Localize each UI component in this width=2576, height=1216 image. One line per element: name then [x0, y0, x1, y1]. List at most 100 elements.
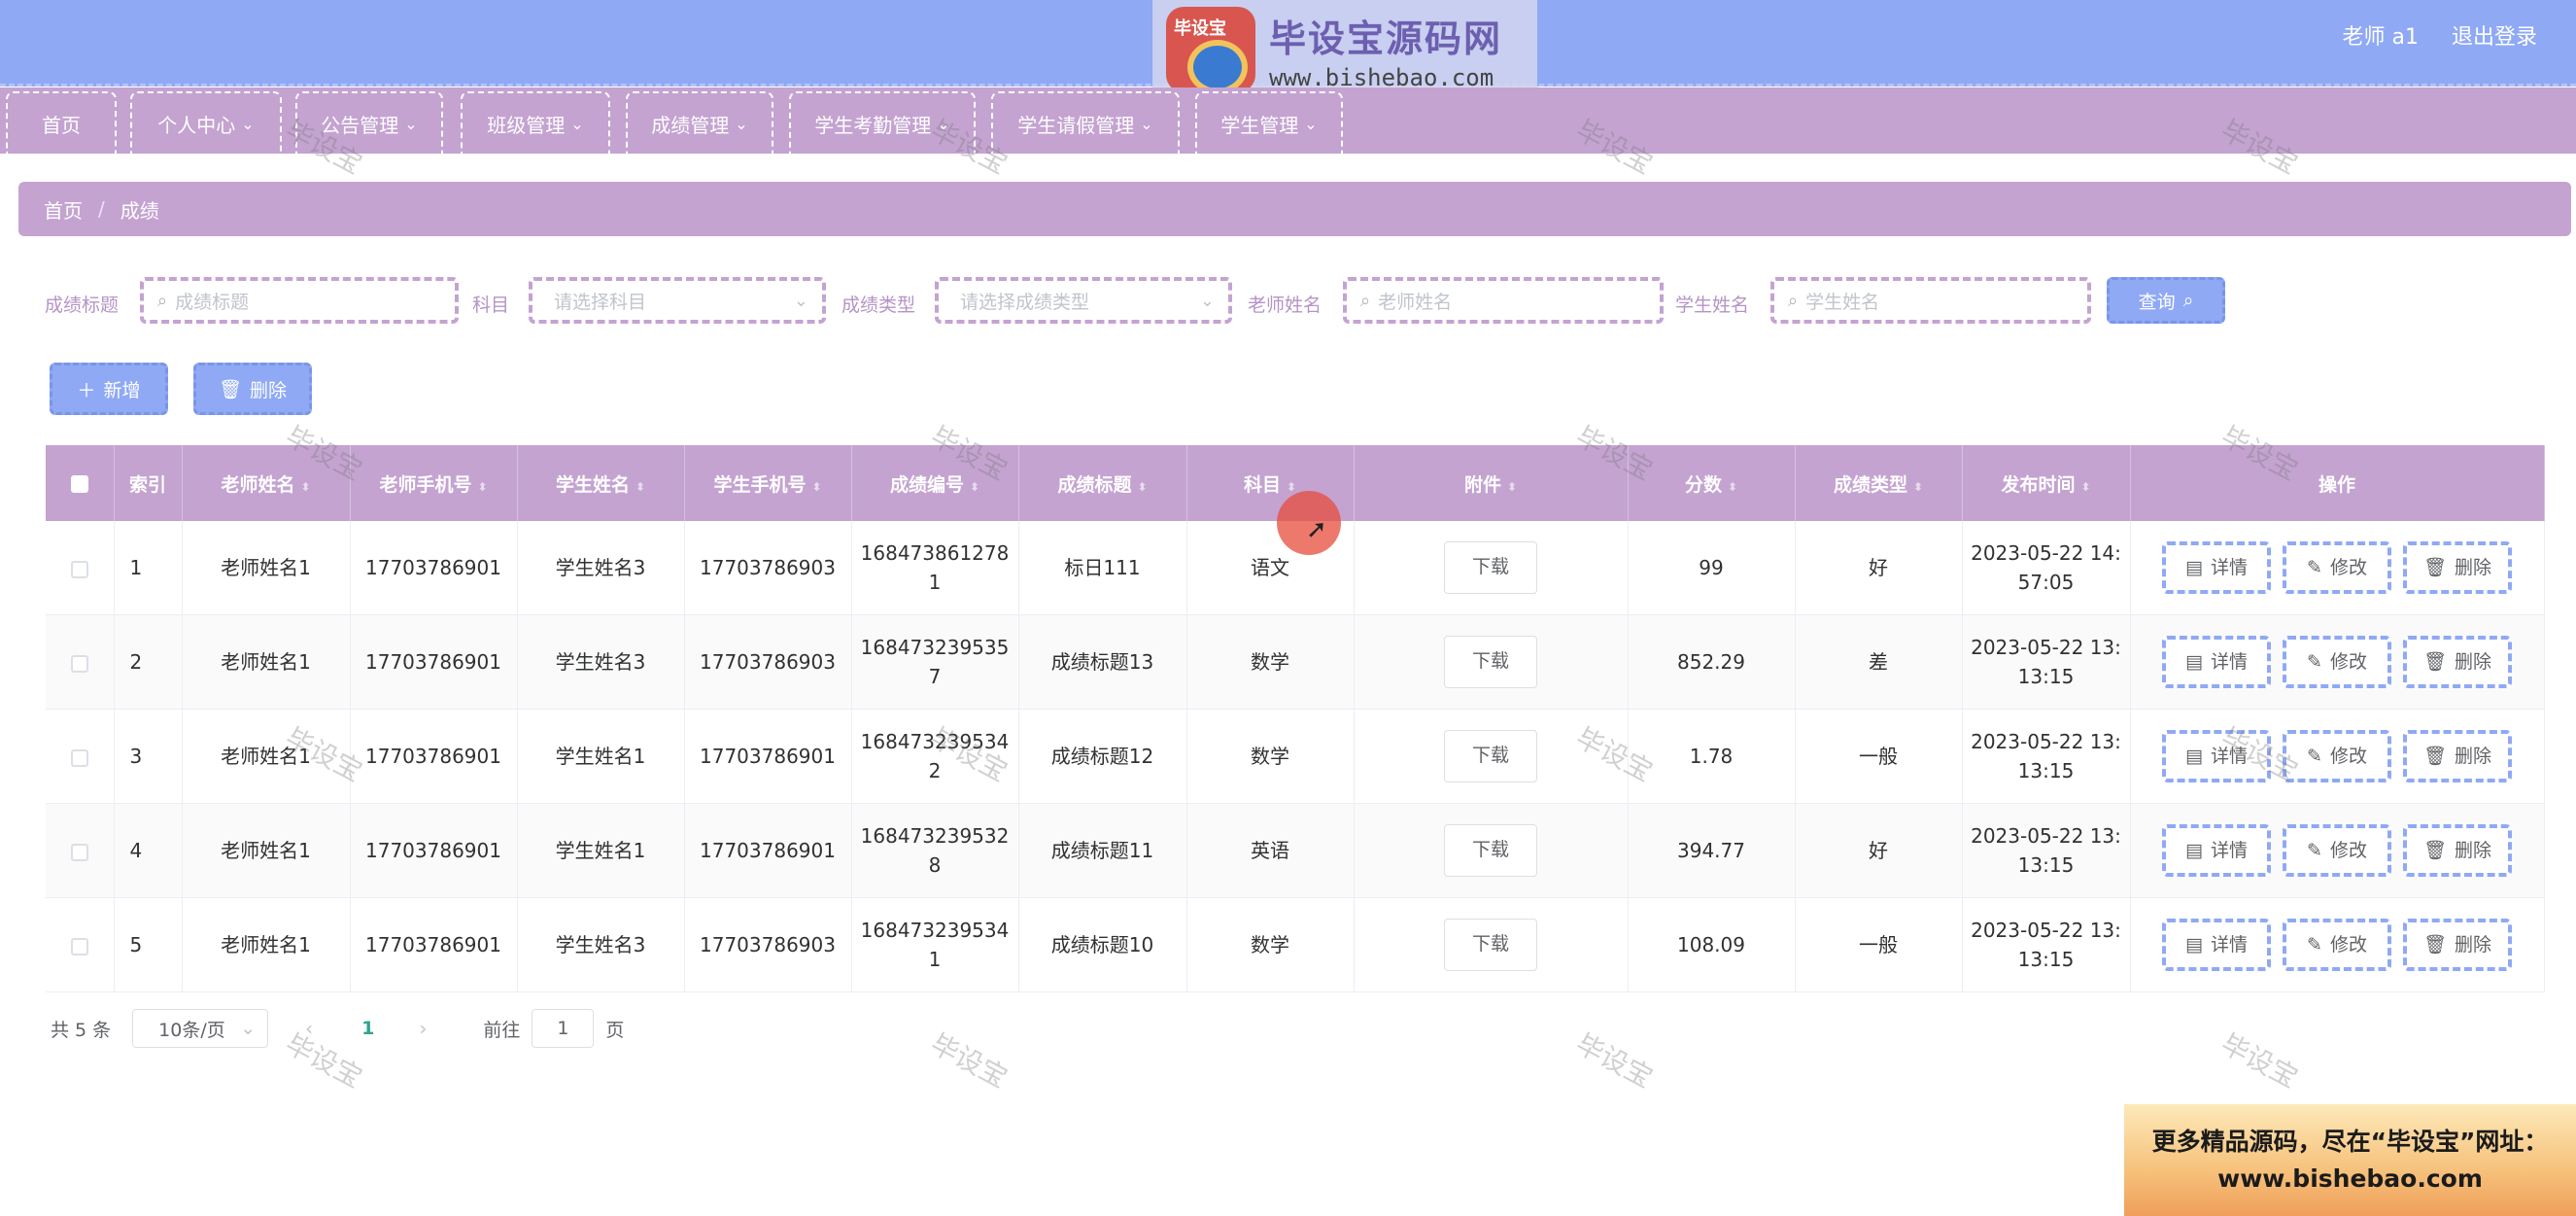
- delete-button[interactable]: 🗑 删除: [2403, 636, 2512, 688]
- current-page-number[interactable]: 1: [361, 1018, 374, 1039]
- sort-icon[interactable]: ⬍: [811, 480, 821, 494]
- col-student-phone[interactable]: 学生手机号 ⬍: [684, 445, 852, 521]
- detail-button[interactable]: ▤ 详情: [2162, 636, 2271, 688]
- row-select-cell[interactable]: [46, 521, 115, 615]
- nav-item-student[interactable]: 学生管理 ⌄: [1195, 91, 1343, 154]
- edit-button[interactable]: ✎ 修改: [2283, 541, 2391, 594]
- page-size-select[interactable]: 10条/页 ⌄: [132, 1009, 269, 1048]
- detail-button[interactable]: ▤ 详情: [2162, 919, 2271, 971]
- download-button[interactable]: 下载: [1444, 636, 1537, 688]
- col-index: 索引: [114, 445, 183, 521]
- detail-button[interactable]: ▤ 详情: [2162, 730, 2271, 782]
- score-title-input[interactable]: ⌕ 成绩标题: [140, 277, 459, 324]
- cell-score: 1.78: [1628, 709, 1796, 804]
- col-teacher-phone[interactable]: 老师手机号 ⬍: [350, 445, 518, 521]
- nav-item-label: 公告管理: [321, 113, 399, 137]
- row-checkbox[interactable]: [70, 748, 88, 767]
- nav-item-label: 个人中心: [157, 113, 236, 137]
- edit-button[interactable]: ✎ 修改: [2283, 824, 2391, 877]
- row-checkbox[interactable]: [70, 654, 88, 673]
- nav-item-notice[interactable]: 公告管理 ⌄: [295, 91, 443, 154]
- col-score-title[interactable]: 成绩标题 ⬍: [1018, 445, 1187, 521]
- breadcrumb-current: 成绩: [120, 198, 159, 223]
- col-teacher-name[interactable]: 老师姓名 ⬍: [182, 445, 351, 521]
- logout-link[interactable]: 退出登录: [2452, 19, 2537, 51]
- download-button[interactable]: 下载: [1444, 919, 1537, 971]
- cell-operations: ▤ 详情 ✎ 修改 🗑 删除: [2130, 614, 2545, 710]
- edit-button[interactable]: ✎ 修改: [2283, 919, 2391, 971]
- row-select-cell[interactable]: [46, 897, 115, 992]
- promo-line-1: 更多精品源码，尽在“毕设宝”网址：: [2151, 1127, 2549, 1156]
- pencil-icon: ✎: [2307, 557, 2322, 578]
- breadcrumb-separator: /: [98, 197, 105, 221]
- query-button[interactable]: 查询 ⌕: [2107, 277, 2225, 324]
- nav-item-home[interactable]: 首页: [6, 91, 117, 154]
- detail-button[interactable]: ▤ 详情: [2162, 824, 2271, 877]
- delete-button[interactable]: 🗑 删除: [2403, 824, 2512, 877]
- teacher-name-input[interactable]: ⌕ 老师姓名: [1343, 277, 1664, 324]
- batch-delete-button[interactable]: 🗑 删除: [193, 363, 312, 415]
- nav-item-score[interactable]: 成绩管理 ⌄: [626, 91, 773, 154]
- sort-icon[interactable]: ⬍: [635, 480, 645, 494]
- sort-icon[interactable]: ⬍: [1913, 480, 1923, 494]
- row-checkbox[interactable]: [70, 560, 88, 578]
- goto-label: 前往: [483, 1019, 521, 1041]
- edit-button[interactable]: ✎ 修改: [2283, 636, 2391, 688]
- sort-icon[interactable]: ⬍: [1287, 480, 1296, 494]
- edit-button[interactable]: ✎ 修改: [2283, 730, 2391, 782]
- nav-item-label: 学生考勤管理: [814, 113, 932, 137]
- score-type-select[interactable]: 请选择成绩类型 ⌄: [935, 277, 1232, 324]
- sort-icon[interactable]: ⬍: [970, 480, 979, 494]
- row-checkbox[interactable]: [70, 843, 88, 861]
- cell-teacher-phone: 17703786901: [350, 803, 518, 898]
- nav-item-leave[interactable]: 学生请假管理 ⌄: [991, 91, 1180, 154]
- nav-item-attendance[interactable]: 学生考勤管理 ⌄: [789, 91, 976, 154]
- col-score[interactable]: 分数 ⬍: [1628, 445, 1796, 521]
- delete-button[interactable]: 🗑 删除: [2403, 919, 2512, 971]
- sort-icon[interactable]: ⬍: [1137, 480, 1147, 494]
- select-all-checkbox[interactable]: [70, 474, 88, 493]
- select-all-cell[interactable]: [46, 445, 115, 521]
- cell-score-type: 一般: [1795, 897, 1963, 992]
- row-select-cell[interactable]: [46, 709, 115, 804]
- sort-icon[interactable]: ⬍: [300, 480, 310, 494]
- subject-select[interactable]: 请选择科目 ⌄: [529, 277, 826, 324]
- sort-icon[interactable]: ⬍: [477, 480, 487, 494]
- breadcrumb-home[interactable]: 首页: [44, 195, 83, 224]
- add-button[interactable]: ＋ 新增: [50, 363, 168, 415]
- document-icon: ▤: [2185, 557, 2203, 578]
- detail-button[interactable]: ▤ 详情: [2162, 541, 2271, 594]
- sort-icon[interactable]: ⬍: [1728, 480, 1737, 494]
- col-attachment[interactable]: 附件 ⬍: [1354, 445, 1629, 521]
- row-checkbox[interactable]: [70, 937, 88, 955]
- row-select-cell[interactable]: [46, 614, 115, 710]
- nav-item-class[interactable]: 班级管理 ⌄: [461, 91, 610, 154]
- nav-item-personal[interactable]: 个人中心 ⌄: [130, 91, 282, 154]
- search-form: 成绩标题 ⌕ 成绩标题 科目 请选择科目 ⌄ 成绩类型 请选择成绩类型 ⌄ 老师…: [0, 277, 2576, 326]
- document-icon: ▤: [2185, 840, 2203, 861]
- detail-label: 详情: [2210, 651, 2248, 673]
- sort-icon[interactable]: ⬍: [1507, 480, 1517, 494]
- row-select-cell[interactable]: [46, 803, 115, 898]
- sort-icon[interactable]: ⬍: [2080, 480, 2090, 494]
- col-score-no[interactable]: 成绩编号 ⬍: [851, 445, 1019, 521]
- delete-button[interactable]: 🗑 删除: [2403, 730, 2512, 782]
- col-student-name[interactable]: 学生姓名 ⬍: [517, 445, 685, 521]
- student-name-input[interactable]: ⌕ 学生姓名: [1770, 277, 2091, 324]
- download-button[interactable]: 下载: [1444, 730, 1537, 782]
- prev-page-icon[interactable]: ‹: [305, 1017, 313, 1040]
- col-score-type[interactable]: 成绩类型 ⬍: [1795, 445, 1963, 521]
- delete-button[interactable]: 🗑 删除: [2403, 541, 2512, 594]
- cell-student-phone: 17703786901: [684, 709, 852, 804]
- search-icon: ⌕: [1788, 290, 1799, 311]
- score-title-label: 成绩标题: [45, 295, 120, 316]
- next-page-icon[interactable]: ›: [419, 1017, 427, 1040]
- col-publish-time[interactable]: 发布时间 ⬍: [1962, 445, 2131, 521]
- download-button[interactable]: 下载: [1444, 541, 1537, 594]
- chevron-down-icon: ⌄: [241, 114, 255, 133]
- cell-score-type: 好: [1795, 521, 1963, 615]
- cell-score-title: 成绩标题10: [1018, 897, 1187, 992]
- download-button[interactable]: 下载: [1444, 824, 1537, 877]
- goto-page-input[interactable]: 1: [532, 1009, 595, 1048]
- col-operations: 操作: [2130, 445, 2545, 521]
